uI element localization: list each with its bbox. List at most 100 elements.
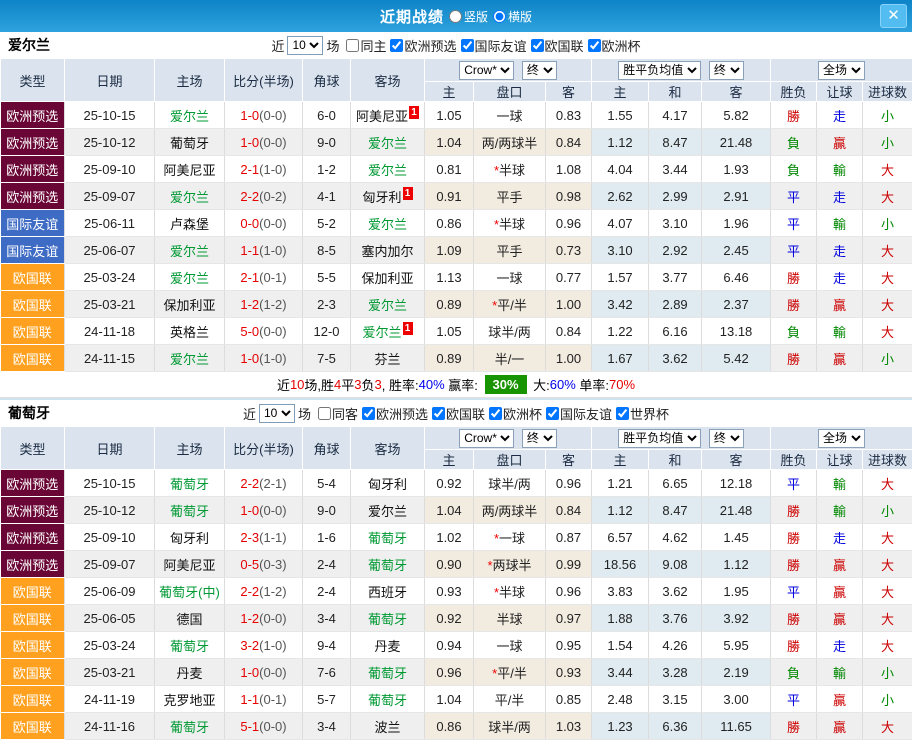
match-row: 欧国联25-06-05德国1-2(0-0)3-4葡萄牙0.92半球0.971.8… bbox=[1, 605, 912, 632]
filter-checkbox[interactable] bbox=[461, 39, 474, 52]
filter-option[interactable]: 欧洲杯 bbox=[584, 36, 641, 55]
odds-final-select[interactable]: 终 bbox=[522, 429, 557, 448]
corner-cell: 2-4 bbox=[303, 578, 351, 605]
mean-home: 1.57 bbox=[592, 264, 649, 291]
filter-checkbox[interactable] bbox=[362, 407, 375, 420]
home-team: 葡萄牙 bbox=[155, 470, 225, 497]
summary-part: 3 bbox=[375, 377, 382, 392]
mean-final-select[interactable]: 终 bbox=[709, 429, 744, 448]
result-wdl: 平 bbox=[771, 210, 817, 237]
away-team: 葡萄牙 bbox=[351, 605, 425, 632]
mean-home: 6.57 bbox=[592, 524, 649, 551]
away-odds: 1.00 bbox=[546, 345, 592, 372]
score-cell: 2-1(0-1) bbox=[225, 264, 303, 291]
mean-away: 11.65 bbox=[702, 713, 771, 740]
col-score: 比分(半场) bbox=[225, 59, 303, 102]
filter-option[interactable]: 同客 bbox=[314, 404, 358, 423]
odds-source-select[interactable]: Crow* bbox=[459, 61, 514, 80]
filter-checkbox[interactable] bbox=[588, 39, 601, 52]
filter-option[interactable]: 欧国联 bbox=[527, 36, 584, 55]
home-odds: 0.92 bbox=[425, 470, 474, 497]
section-filter-bar: 葡萄牙 近 10 场 同客欧洲预选欧国联欧洲杯国际友谊世界杯 bbox=[0, 400, 912, 426]
mean-select[interactable]: 胜平负均值 bbox=[618, 429, 701, 448]
fulltime-select[interactable]: 全场 bbox=[818, 61, 865, 80]
result-handicap: 輸 bbox=[817, 497, 863, 524]
result-wdl: 平 bbox=[771, 686, 817, 713]
filter-option[interactable]: 同主 bbox=[342, 36, 386, 55]
filter-checkbox[interactable] bbox=[318, 407, 331, 420]
odds-final-select[interactable]: 终 bbox=[522, 61, 557, 80]
corner-cell: 5-2 bbox=[303, 210, 351, 237]
fulltime-select-group: 全场 bbox=[771, 59, 912, 82]
type-cell: 欧国联 bbox=[1, 345, 65, 372]
filter-option[interactable]: 国际友谊 bbox=[457, 36, 527, 55]
layout-vertical-option[interactable]: 竖版 bbox=[449, 8, 488, 25]
mean-home: 1.88 bbox=[592, 605, 649, 632]
odds-source-select[interactable]: Crow* bbox=[459, 429, 514, 448]
col-handicap: 盘口 bbox=[474, 82, 546, 102]
col-score: 比分(半场) bbox=[225, 427, 303, 470]
filter-controls: 近 10 场 同主欧洲预选国际友谊欧国联欧洲杯 bbox=[271, 36, 640, 55]
filter-checkbox[interactable] bbox=[432, 407, 445, 420]
summary-part: 30% bbox=[485, 375, 527, 394]
layout-vertical-radio[interactable] bbox=[449, 10, 462, 23]
filter-label: 欧洲预选 bbox=[404, 36, 456, 55]
corner-cell: 4-1 bbox=[303, 183, 351, 210]
match-count-select[interactable]: 10 bbox=[287, 36, 323, 55]
result-wdl: 勝 bbox=[771, 345, 817, 372]
filter-option[interactable]: 欧洲杯 bbox=[485, 404, 542, 423]
filter-option[interactable]: 欧洲预选 bbox=[358, 404, 428, 423]
filter-option[interactable]: 欧国联 bbox=[428, 404, 485, 423]
filter-checkbox[interactable] bbox=[390, 39, 403, 52]
home-odds: 1.05 bbox=[425, 102, 474, 129]
layout-horizontal-option[interactable]: 横版 bbox=[493, 8, 532, 25]
layout-horizontal-radio[interactable] bbox=[493, 10, 506, 23]
score-cell: 0-0(0-0) bbox=[225, 210, 303, 237]
filter-checkbox[interactable] bbox=[531, 39, 544, 52]
record-summary: 近10场,胜4平3负3, 胜率:40% 赢率: 30% 大:60% 单率:70% bbox=[0, 372, 912, 398]
card-badge: 1 bbox=[403, 322, 413, 335]
away-odds: 1.08 bbox=[546, 156, 592, 183]
mean-final-select[interactable]: 终 bbox=[709, 61, 744, 80]
filter-label: 同客 bbox=[332, 404, 358, 423]
filter-option[interactable]: 欧洲预选 bbox=[386, 36, 456, 55]
odds-select-group: Crow* 终 bbox=[425, 427, 592, 450]
mean-away: 1.96 bbox=[702, 210, 771, 237]
corner-cell: 5-4 bbox=[303, 470, 351, 497]
match-row: 国际友谊25-06-11卢森堡0-0(0-0)5-2爱尔兰0.86*半球0.96… bbox=[1, 210, 912, 237]
fulltime-select[interactable]: 全场 bbox=[818, 429, 865, 448]
filter-checkbox[interactable] bbox=[346, 39, 359, 52]
away-team: 葡萄牙 bbox=[351, 524, 425, 551]
home-odds: 1.02 bbox=[425, 524, 474, 551]
result-goals: 小 bbox=[863, 102, 912, 129]
handicap: *平/半 bbox=[474, 659, 546, 686]
away-odds: 0.99 bbox=[546, 551, 592, 578]
date-cell: 25-10-12 bbox=[65, 129, 155, 156]
type-cell: 欧国联 bbox=[1, 713, 65, 740]
match-row: 欧国联25-03-21丹麦1-0(0-0)7-6葡萄牙0.96*平/半0.933… bbox=[1, 659, 912, 686]
date-cell: 24-11-19 bbox=[65, 686, 155, 713]
col-result-handicap: 让球 bbox=[817, 450, 863, 470]
page-title: 近期战绩 bbox=[380, 6, 444, 27]
score-cell: 1-0(1-0) bbox=[225, 345, 303, 372]
score-cell: 1-0(0-0) bbox=[225, 102, 303, 129]
close-button[interactable]: ✕ bbox=[880, 4, 907, 28]
corner-cell: 1-2 bbox=[303, 156, 351, 183]
type-cell: 欧国联 bbox=[1, 578, 65, 605]
result-handicap: 贏 bbox=[817, 291, 863, 318]
match-count-select[interactable]: 10 bbox=[259, 404, 295, 423]
filter-checkbox[interactable] bbox=[616, 407, 629, 420]
col-type: 类型 bbox=[1, 427, 65, 470]
mean-home: 1.55 bbox=[592, 102, 649, 129]
filter-label: 欧国联 bbox=[545, 36, 584, 55]
filter-checkbox[interactable] bbox=[546, 407, 559, 420]
score-cell: 1-1(0-1) bbox=[225, 686, 303, 713]
away-team: 匈牙利1 bbox=[351, 183, 425, 210]
filter-option[interactable]: 国际友谊 bbox=[542, 404, 612, 423]
mean-select[interactable]: 胜平负均值 bbox=[618, 61, 701, 80]
filter-option[interactable]: 世界杯 bbox=[612, 404, 669, 423]
home-odds: 0.93 bbox=[425, 578, 474, 605]
filter-checkbox[interactable] bbox=[489, 407, 502, 420]
home-team: 匈牙利 bbox=[155, 524, 225, 551]
score-cell: 1-0(0-0) bbox=[225, 659, 303, 686]
